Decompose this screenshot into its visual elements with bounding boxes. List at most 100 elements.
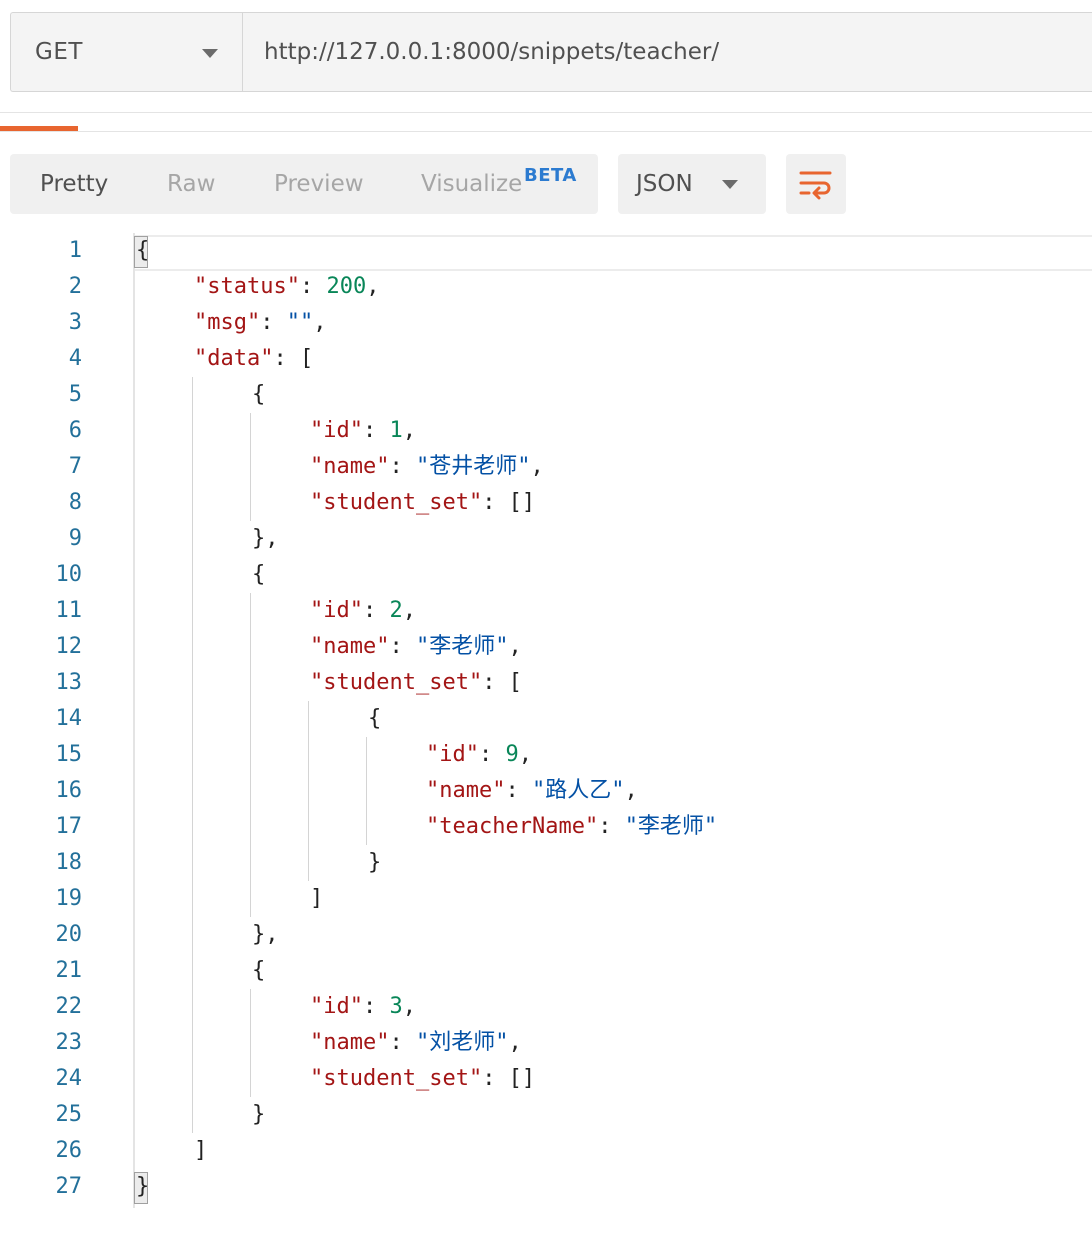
gutter-border bbox=[133, 233, 135, 1208]
json-punctuation: } bbox=[368, 850, 382, 875]
json-key: "id" bbox=[426, 742, 479, 767]
json-string: "刘老师" bbox=[415, 1030, 509, 1055]
code-line: "id": 1, bbox=[310, 413, 416, 449]
json-key: "status" bbox=[194, 274, 300, 299]
json-punctuation: , bbox=[402, 418, 416, 443]
line-number: 25 bbox=[55, 1102, 83, 1127]
json-punctuation: : bbox=[389, 1030, 416, 1055]
json-punctuation: { bbox=[368, 706, 382, 731]
method-label: GET bbox=[35, 39, 83, 65]
json-punctuation: : bbox=[362, 598, 390, 623]
json-punctuation: , bbox=[402, 994, 416, 1019]
code-line: "msg": "", bbox=[194, 305, 326, 341]
line-number: 6 bbox=[68, 418, 82, 443]
active-line-highlight bbox=[135, 235, 1092, 271]
json-punctuation: : [ bbox=[482, 670, 522, 695]
code-line: ] bbox=[194, 1133, 207, 1169]
line-number: 15 bbox=[55, 742, 83, 767]
code-line: "student_set": [ bbox=[310, 665, 522, 701]
code-line: }, bbox=[252, 521, 279, 557]
code-line: { bbox=[368, 701, 381, 737]
code-line: ] bbox=[310, 881, 323, 917]
json-key: "name" bbox=[310, 634, 390, 659]
line-number-gutter: 1 2 3 4 5 6 7 8 9 10 11 12 13 14 15 16 17 18 19 20 21 22 23 24 2… bbox=[0, 233, 88, 1205]
json-key: "id" bbox=[310, 598, 363, 623]
json-punctuation: : bbox=[389, 634, 416, 659]
code-line: "id": 3, bbox=[310, 989, 416, 1025]
code-line: "name": "路人乙", bbox=[426, 773, 638, 809]
json-punctuation: { bbox=[252, 562, 266, 587]
method-dropdown[interactable]: GET bbox=[11, 13, 243, 91]
indent-guide bbox=[192, 377, 193, 1133]
json-key: "name" bbox=[310, 454, 390, 479]
code-line: "data": [ bbox=[194, 341, 313, 377]
json-string: "路人乙" bbox=[531, 778, 625, 803]
json-punctuation: : bbox=[362, 994, 390, 1019]
json-key: "data" bbox=[194, 346, 274, 371]
json-punctuation: , bbox=[508, 634, 522, 659]
json-punctuation: { bbox=[252, 958, 266, 983]
json-key: "student_set" bbox=[310, 490, 483, 515]
request-bar: GET http://127.0.0.1:8000/snippets/teach… bbox=[10, 12, 1092, 92]
code-line: } bbox=[368, 845, 381, 881]
line-number: 20 bbox=[55, 922, 83, 947]
json-key: "name" bbox=[310, 1030, 390, 1055]
code-line: "name": "李老师", bbox=[310, 629, 522, 665]
indent-guide bbox=[250, 593, 251, 917]
code-line: "status": 200, bbox=[194, 269, 379, 305]
json-punctuation: : bbox=[389, 454, 416, 479]
tab-raw[interactable]: Raw bbox=[167, 171, 215, 197]
json-number: 200 bbox=[326, 274, 367, 299]
tab-pretty[interactable]: Pretty bbox=[40, 171, 108, 197]
indent-guide bbox=[250, 413, 251, 521]
active-tab-indicator bbox=[0, 126, 78, 131]
json-punctuation: } bbox=[252, 1102, 266, 1127]
code-line: }, bbox=[252, 917, 279, 953]
code-line: } bbox=[136, 1169, 149, 1205]
json-key: "id" bbox=[310, 994, 363, 1019]
json-key: "msg" bbox=[194, 310, 261, 335]
tab-visualize[interactable]: Visualize bbox=[421, 171, 522, 197]
tab-preview[interactable]: Preview bbox=[274, 171, 364, 197]
format-dropdown[interactable]: JSON bbox=[618, 154, 766, 214]
json-punctuation: : [] bbox=[482, 1066, 536, 1091]
indent-guide bbox=[366, 737, 367, 845]
line-number: 4 bbox=[68, 346, 82, 371]
line-number: 21 bbox=[55, 958, 83, 983]
json-punctuation: ] bbox=[194, 1138, 208, 1163]
line-number: 9 bbox=[68, 526, 82, 551]
code-line: "student_set": [] bbox=[310, 485, 535, 521]
code-line: { bbox=[252, 377, 265, 413]
code-line: "id": 2, bbox=[310, 593, 416, 629]
line-number: 10 bbox=[55, 562, 83, 587]
line-number: 1 bbox=[68, 238, 82, 263]
response-tabs-divider bbox=[0, 131, 1092, 132]
json-string: "" bbox=[286, 310, 314, 335]
json-punctuation: : bbox=[299, 274, 327, 299]
beta-badge: BETA bbox=[524, 165, 577, 186]
indent-guide bbox=[250, 989, 251, 1097]
line-number: 5 bbox=[68, 382, 82, 407]
line-number: 7 bbox=[68, 454, 82, 479]
code-line: "student_set": [] bbox=[310, 1061, 535, 1097]
line-number: 26 bbox=[55, 1138, 83, 1163]
wrap-lines-button[interactable] bbox=[786, 154, 846, 214]
json-punctuation: }, bbox=[252, 526, 279, 551]
indent-guide bbox=[308, 701, 309, 881]
json-string: "李老师" bbox=[624, 814, 718, 839]
code-line: { bbox=[252, 557, 265, 593]
json-punctuation: { bbox=[252, 382, 266, 407]
url-input[interactable]: http://127.0.0.1:8000/snippets/teacher/ bbox=[243, 13, 1092, 91]
json-punctuation: , bbox=[518, 742, 532, 767]
line-number: 22 bbox=[55, 994, 83, 1019]
json-punctuation: , bbox=[402, 598, 416, 623]
line-number: 24 bbox=[55, 1066, 83, 1091]
code-line: "name": "刘老师", bbox=[310, 1025, 522, 1061]
json-punctuation: : [ bbox=[273, 346, 314, 371]
json-punctuation: : [] bbox=[482, 490, 536, 515]
line-number: 18 bbox=[55, 850, 83, 875]
line-number: 16 bbox=[55, 778, 83, 803]
divider bbox=[0, 112, 1092, 113]
line-number: 14 bbox=[55, 706, 83, 731]
line-number: 2 bbox=[68, 274, 82, 299]
